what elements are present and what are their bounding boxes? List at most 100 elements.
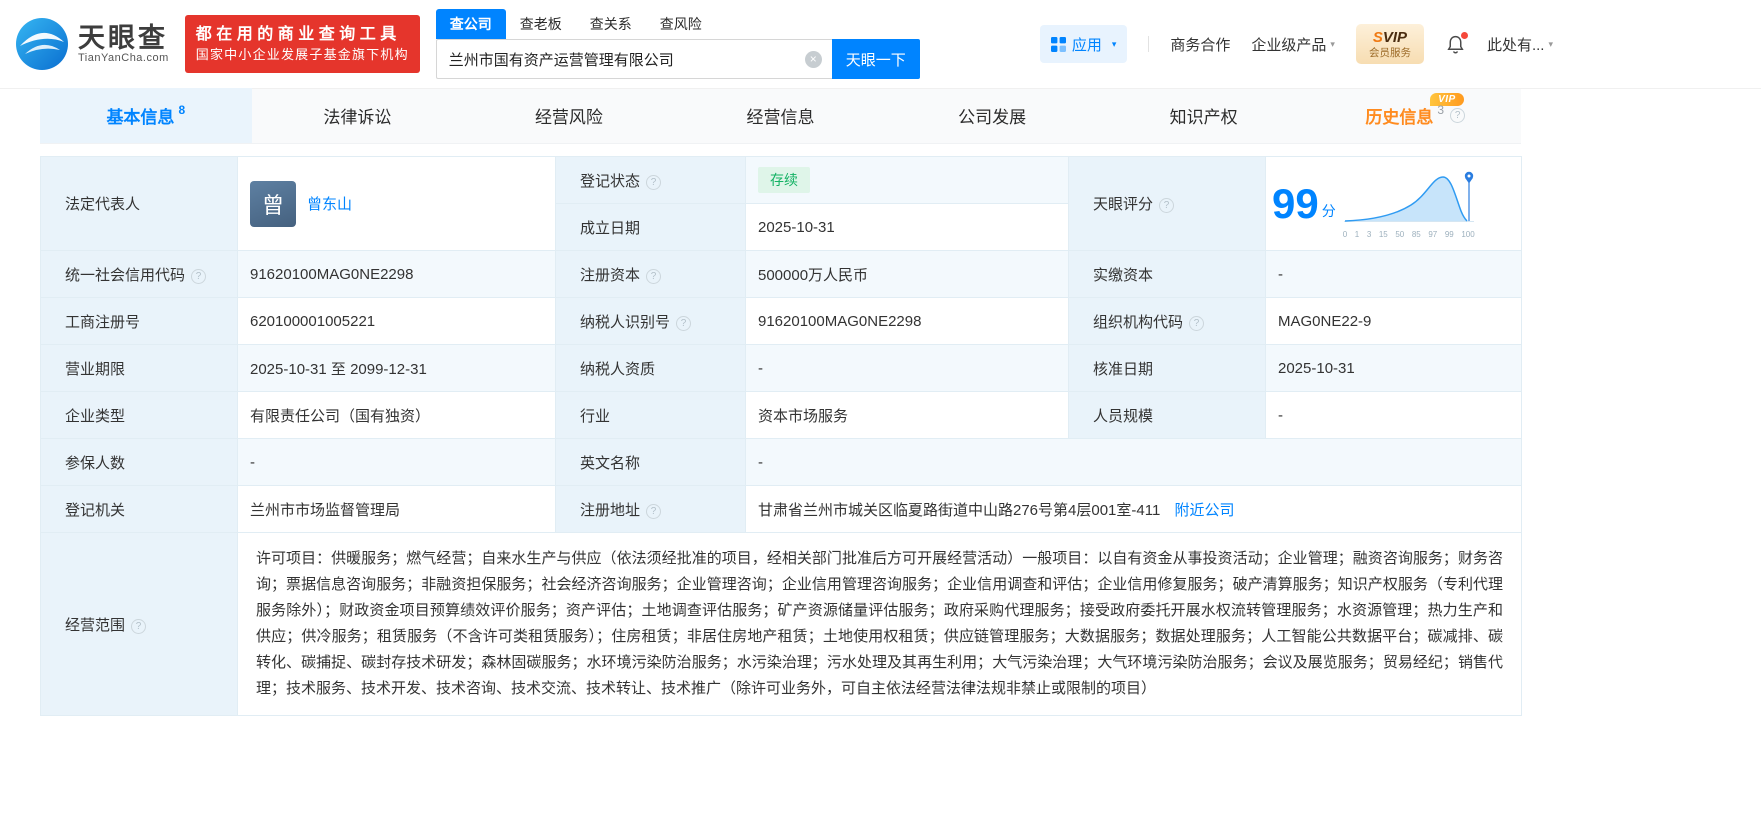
tab-risk-label: 经营风险 [534,108,603,127]
svip-badge[interactable]: SVIP 会员服务 [1355,24,1424,64]
header-nav: 应用 ▾ 商务合作 企业级产品 ▾ SVIP 会员服务 此处有... ▾ [1039,24,1553,64]
search-tab-boss[interactable]: 查老板 [506,9,576,39]
business-scope-label: 经营范围? [40,532,238,716]
tab-history-info[interactable]: VIP 历史信息 3 ? [1309,88,1521,143]
score-number: 99 [1272,179,1319,227]
help-icon[interactable]: ? [646,268,662,284]
search-input[interactable] [436,40,832,78]
help-icon[interactable]: ? [1159,198,1175,213]
search-box: × [435,39,832,79]
vip-tag: VIP [1430,93,1464,106]
business-term-label-text: 营业期限 [65,360,126,378]
search-area: 查公司 查老板 查关系 查风险 × 天眼一下 [435,9,920,79]
company-type-label: 企业类型 [40,391,238,439]
industry-value: 资本市场服务 [745,391,1069,439]
tab-company-development[interactable]: 公司发展 [886,88,1098,143]
search-tabs: 查公司 查老板 查关系 查风险 [435,9,920,39]
help-icon[interactable]: ? [676,315,692,331]
search-tab-relation[interactable]: 查关系 [576,9,646,39]
taxpayer-id-value: 91620100MAG0NE2298 [745,297,1069,345]
help-icon[interactable]: ? [1189,315,1205,331]
reg-status-cell: 存续 [745,156,1069,204]
insured-count-label-text: 参保人数 [65,454,126,472]
credit-code-label-text: 统一社会信用代码 [65,266,186,284]
credit-code-label: 统一社会信用代码? [40,250,238,298]
chevron-down-icon: ▾ [1111,38,1117,49]
help-icon[interactable]: ? [131,618,147,634]
reg-number-label-text: 工商注册号 [65,313,141,331]
promo-line2: 国家中小企业发展子基金旗下机构 [195,47,409,63]
help-icon[interactable]: ? [646,174,662,190]
table-row: 登记机关 兰州市市场监督管理局 注册地址? 甘肃省兰州市城关区临夏路街道中山路2… [40,485,1522,533]
tab-operating-risk[interactable]: 经营风险 [463,88,675,143]
svip-title: SVIP [1372,29,1408,47]
tab-ip-label: 知识产权 [1169,108,1238,127]
staff-size-label: 人员规模 [1068,391,1266,439]
notification-dot [1460,31,1468,39]
business-term-label: 营业期限 [40,344,238,392]
company-type-value: 有限责任公司（国有独资） [237,391,556,439]
score-axis: 0 1 3 15 50 85 97 99 100 [1342,229,1475,239]
help-icon[interactable]: ? [1450,108,1466,123]
reg-status-label-text: 登记状态 [580,172,641,190]
score-curve-icon [1343,171,1474,222]
help-icon[interactable]: ? [646,503,662,519]
insured-count-label: 参保人数 [40,438,238,486]
tab-basic-info[interactable]: 基本信息 8 [40,88,252,143]
insured-count-value: - [237,438,556,486]
tab-legal-label: 法律诉讼 [323,108,392,127]
tab-operating-info[interactable]: 经营信息 [675,88,887,143]
apps-menu[interactable]: 应用 ▾ [1039,25,1128,63]
section-tabs: 基本信息 8 法律诉讼 经营风险 经营信息 公司发展 知识产权 VIP 历史信息… [40,88,1521,144]
approval-date-label-text: 核准日期 [1093,360,1154,378]
tab-intellectual-property[interactable]: 知识产权 [1098,88,1310,143]
tab-history-count: 3 [1437,102,1445,117]
approval-date-label: 核准日期 [1068,344,1266,392]
nav-enterprise-products[interactable]: 企业级产品 ▾ [1251,34,1335,55]
legal-rep-label-text: 法定代表人 [65,196,141,213]
clear-search-icon[interactable]: × [804,50,822,68]
nav-business-cooperation[interactable]: 商务合作 [1170,34,1230,55]
legal-rep-name-link[interactable]: 曾东山 [307,193,352,214]
promo-banner: 都在用的商业查询工具 国家中小企业发展子基金旗下机构 [184,14,420,74]
header: 天眼查 TianYanCha.com 都在用的商业查询工具 国家中小企业发展子基… [0,0,1761,88]
english-name-label: 英文名称 [555,438,746,486]
table-row: 企业类型 有限责任公司（国有独资） 行业 资本市场服务 人员规模 - [40,391,1522,439]
score-cell: 99 分 0 1 3 15 50 85 97 99 100 [1265,156,1522,251]
org-code-label: 组织机构代码? [1068,297,1266,345]
nav-more[interactable]: 此处有... ▾ [1487,34,1553,55]
english-name-label-text: 英文名称 [580,454,641,472]
tab-operation-label: 经营信息 [746,108,815,127]
divider [1148,36,1150,52]
reg-capital-value: 500000万人民币 [745,250,1069,298]
org-code-label-text: 组织机构代码 [1093,313,1184,331]
establish-date-value: 2025-10-31 [745,203,1069,251]
notification-bell-icon[interactable] [1445,31,1468,55]
taxpayer-quality-value: - [745,344,1069,392]
reg-address-label-text: 注册地址 [580,501,641,519]
english-name-value: - [745,438,1522,486]
reg-number-label: 工商注册号 [40,297,238,345]
search-button[interactable]: 天眼一下 [831,39,920,79]
paid-capital-value: - [1265,250,1522,298]
staff-size-value: - [1265,391,1522,439]
reg-address-text: 甘肃省兰州市城关区临夏路街道中山路276号第4层001室-411 [758,501,1161,519]
tab-legal-proceedings[interactable]: 法律诉讼 [252,88,464,143]
taxpayer-id-label-text: 纳税人识别号 [580,313,671,331]
search-tab-company[interactable]: 查公司 [435,9,506,39]
logo-domain: TianYanCha.com [78,52,169,65]
tianyancha-logo[interactable]: 天眼查 TianYanCha.com [14,16,169,72]
logo-brand: 天眼查 [78,22,168,53]
svip-subtitle: 会员服务 [1368,46,1411,59]
table-row: 经营范围? 许可项目：供暖服务；燃气经营；自来水生产与供应（依法须经批准的项目，… [40,532,1522,716]
search-row: × 天眼一下 [435,39,920,79]
search-tab-risk[interactable]: 查风险 [646,9,716,39]
nearby-companies-link[interactable]: 附近公司 [1174,502,1234,519]
industry-label-text: 行业 [580,407,611,425]
grid-icon [1050,36,1066,52]
reg-address-cell: 甘肃省兰州市城关区临夏路街道中山路276号第4层001室-411 附近公司 [745,485,1522,533]
legal-rep-avatar[interactable]: 曾 [250,180,296,227]
promo-line1: 都在用的商业查询工具 [195,25,401,43]
reg-authority-value: 兰州市市场监督管理局 [237,485,556,533]
help-icon[interactable]: ? [191,268,207,284]
